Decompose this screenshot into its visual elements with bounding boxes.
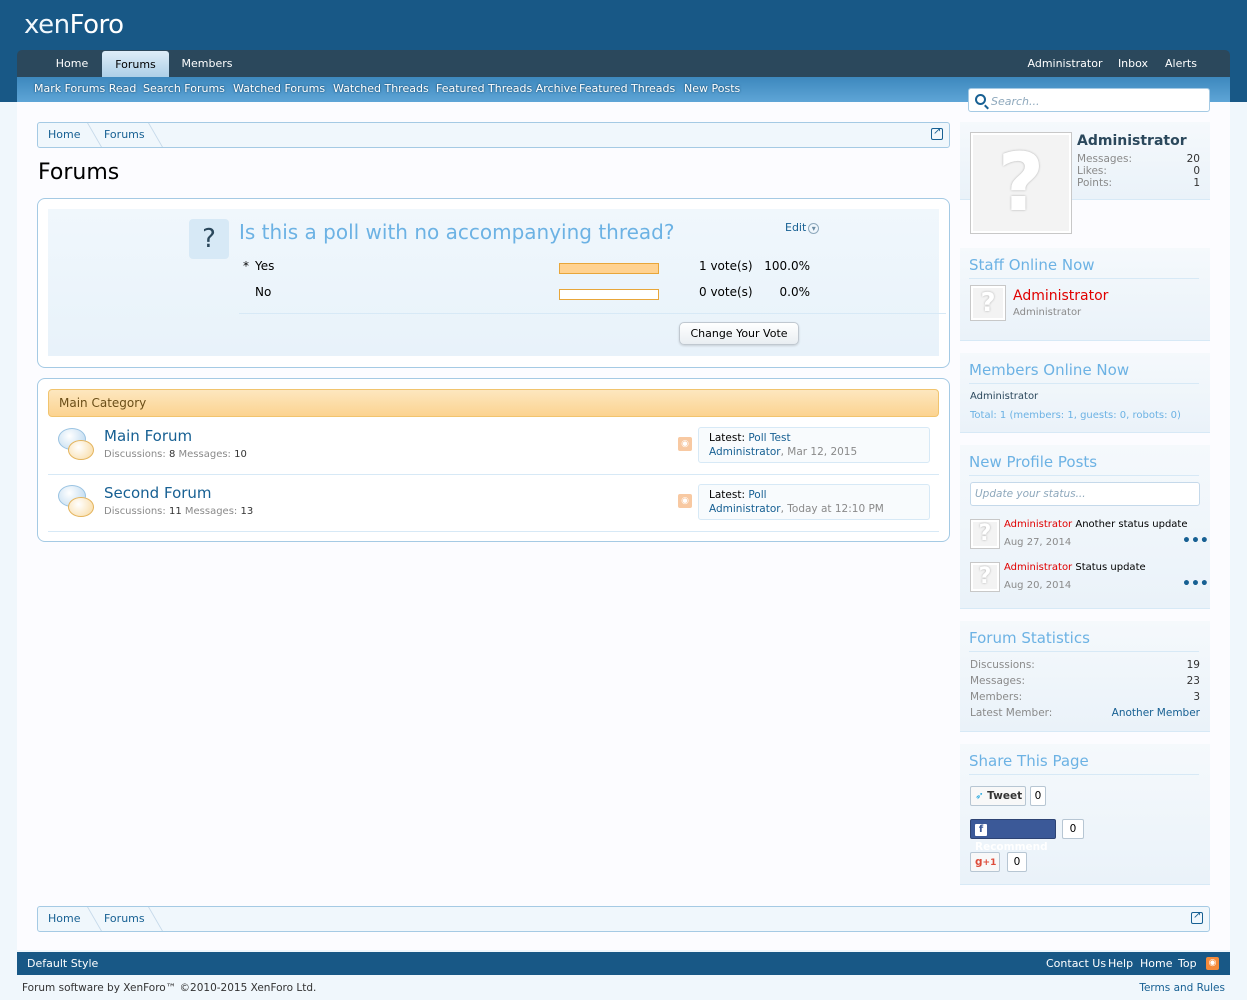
poll-block: ? Is this a poll with no accompanying th… bbox=[37, 198, 950, 368]
forum-node: Main Forum Discussions: 8 Messages: 10 ◉… bbox=[48, 419, 939, 475]
block-heading: Staff Online Now bbox=[969, 256, 1199, 279]
forum-list: Main Category Main Forum Discussions: 8 … bbox=[37, 378, 950, 542]
poll-option: No 0 vote(s) 0.0% bbox=[255, 285, 810, 300]
block-heading: Share This Page bbox=[969, 752, 1199, 775]
block-heading: Forum Statistics bbox=[969, 629, 1199, 652]
staff-online-block: Staff Online Now Administrator Administr… bbox=[960, 248, 1210, 341]
facebook-recommend-button[interactable]: f Recommend bbox=[970, 819, 1056, 853]
subnav-mark-forums-read[interactable]: Mark Forums Read bbox=[34, 77, 136, 101]
online-member-link[interactable]: Administrator bbox=[970, 391, 1038, 402]
breadcrumb: Home Forums bbox=[37, 122, 950, 148]
avatar[interactable] bbox=[970, 519, 1000, 549]
xenforo-logo[interactable]: xenForo bbox=[24, 10, 124, 40]
forum-title[interactable]: Main Forum bbox=[104, 427, 192, 445]
forum-statistics-block: Forum Statistics Discussions: 19 Messages… bbox=[960, 621, 1210, 732]
rss-icon[interactable]: ◉ bbox=[1206, 957, 1219, 970]
breadcrumb-home[interactable]: Home bbox=[48, 907, 80, 931]
footer: Default Style Contact Us Help Home Top ◉ bbox=[17, 952, 1230, 975]
forum-node: Second Forum Discussions: 11 Messages: 1… bbox=[48, 476, 939, 532]
latest-user-link[interactable]: Administrator bbox=[709, 446, 781, 458]
members-online-block: Members Online Now Administrator Total: … bbox=[960, 353, 1210, 433]
recommend-count: 0 bbox=[1062, 819, 1084, 839]
tweet-count: 0 bbox=[1030, 786, 1046, 806]
block-heading: Members Online Now bbox=[969, 361, 1199, 384]
poll-option: * Yes 1 vote(s) 100.0% bbox=[243, 259, 810, 274]
forum-title[interactable]: Second Forum bbox=[104, 484, 212, 502]
search-icon bbox=[975, 94, 986, 105]
breadcrumb-home[interactable]: Home bbox=[48, 123, 80, 147]
last-post-info: Latest: Poll Test Administrator, Mar 12,… bbox=[698, 427, 930, 463]
main-navigation: Home Forums Members Administrator Inbox … bbox=[17, 50, 1230, 79]
subnav-search-forums[interactable]: Search Forums bbox=[143, 77, 225, 101]
tweet-button[interactable]: ➶ Tweet bbox=[970, 786, 1026, 806]
latest-user-link[interactable]: Administrator bbox=[709, 503, 781, 515]
tab-forums[interactable]: Forums bbox=[102, 51, 169, 79]
latest-member-link[interactable]: Another Member bbox=[1112, 707, 1200, 719]
last-post-info: Latest: Poll Administrator, Today at 12:… bbox=[698, 484, 930, 520]
google-plus-icon: g bbox=[975, 856, 983, 868]
footer-help-link[interactable]: Help bbox=[1108, 952, 1133, 975]
poll-question: Is this a poll with no accompanying thre… bbox=[239, 220, 675, 244]
footer-home-link[interactable]: Home bbox=[1140, 952, 1172, 975]
poll-content: ? Is this a poll with no accompanying th… bbox=[48, 209, 946, 356]
facebook-icon: f bbox=[975, 824, 987, 836]
style-chooser-link[interactable]: Default Style bbox=[27, 952, 98, 975]
forum-stats: Discussions: 11 Messages: 13 bbox=[104, 506, 254, 517]
subnav-watched-forums[interactable]: Watched Forums bbox=[233, 77, 325, 101]
terms-link[interactable]: Terms and Rules bbox=[1139, 978, 1225, 998]
more-options-icon[interactable]: ••• bbox=[1182, 533, 1209, 549]
account-link[interactable]: Administrator bbox=[1025, 50, 1105, 77]
block-heading: New Profile Posts bbox=[969, 453, 1199, 476]
inbox-link[interactable]: Inbox bbox=[1115, 50, 1151, 77]
subnav-featured-threads[interactable]: Featured Threads bbox=[579, 77, 675, 101]
tab-members[interactable]: Members bbox=[177, 50, 237, 77]
forum-bubbles-icon bbox=[58, 485, 94, 519]
category-header[interactable]: Main Category bbox=[48, 389, 939, 417]
copyright: Forum software by XenForo™ ©2010-2015 Xe… bbox=[22, 982, 317, 994]
poll-edit-menu[interactable]: Edit ▾ bbox=[785, 221, 820, 234]
profile-posts-block: New Profile Posts Update your status... … bbox=[960, 445, 1210, 609]
visitor-panel: Administrator Messages:20 Likes:0 Points… bbox=[960, 122, 1210, 234]
subnav-watched-threads[interactable]: Watched Threads bbox=[333, 77, 429, 101]
visitor-name[interactable]: Administrator bbox=[1077, 133, 1187, 149]
share-page-block: Share This Page ➶ Tweet 0 f Recommend 0 … bbox=[960, 744, 1210, 885]
gplus-count: 0 bbox=[1007, 852, 1027, 872]
avatar[interactable] bbox=[970, 285, 1006, 321]
latest-thread-link[interactable]: Poll Test bbox=[748, 432, 790, 444]
question-icon: ? bbox=[189, 219, 229, 259]
poll-result-bar bbox=[559, 289, 659, 300]
status-update-field[interactable]: Update your status... bbox=[970, 482, 1200, 506]
footer-top-link[interactable]: Top bbox=[1178, 952, 1197, 975]
change-vote-button[interactable]: Change Your Vote bbox=[679, 322, 799, 345]
post-author-link[interactable]: Administrator bbox=[1004, 562, 1072, 573]
divider bbox=[239, 313, 946, 314]
avatar[interactable] bbox=[970, 132, 1072, 234]
twitter-icon: ➶ bbox=[975, 790, 984, 802]
page-title: Forums bbox=[38, 160, 120, 185]
jump-to-icon[interactable] bbox=[931, 126, 943, 140]
search-input[interactable]: Search... bbox=[968, 88, 1210, 112]
more-options-icon[interactable]: ••• bbox=[1182, 576, 1209, 592]
chevron-down-icon: ▾ bbox=[808, 222, 820, 234]
tab-home[interactable]: Home bbox=[47, 50, 97, 77]
staff-member-link[interactable]: Administrator bbox=[1013, 288, 1108, 304]
forum-stats: Discussions: 8 Messages: 10 bbox=[104, 449, 247, 460]
google-plus-button[interactable]: g+1 bbox=[970, 852, 1000, 872]
rss-icon[interactable]: ◉ bbox=[678, 437, 692, 451]
subnav-new-posts[interactable]: New Posts bbox=[684, 77, 740, 101]
jump-to-icon[interactable] bbox=[1191, 910, 1203, 924]
latest-thread-link[interactable]: Poll bbox=[748, 489, 766, 501]
poll-result-bar bbox=[559, 263, 659, 274]
breadcrumb-bottom: Home Forums bbox=[37, 906, 1210, 932]
avatar[interactable] bbox=[970, 562, 1000, 592]
alerts-link[interactable]: Alerts bbox=[1163, 50, 1199, 77]
subnav-featured-threads-archive[interactable]: Featured Threads Archive bbox=[436, 77, 577, 101]
footer-contact-link[interactable]: Contact Us bbox=[1046, 952, 1106, 975]
post-author-link[interactable]: Administrator bbox=[1004, 519, 1072, 530]
forum-bubbles-icon bbox=[58, 428, 94, 462]
rss-icon[interactable]: ◉ bbox=[678, 494, 692, 508]
